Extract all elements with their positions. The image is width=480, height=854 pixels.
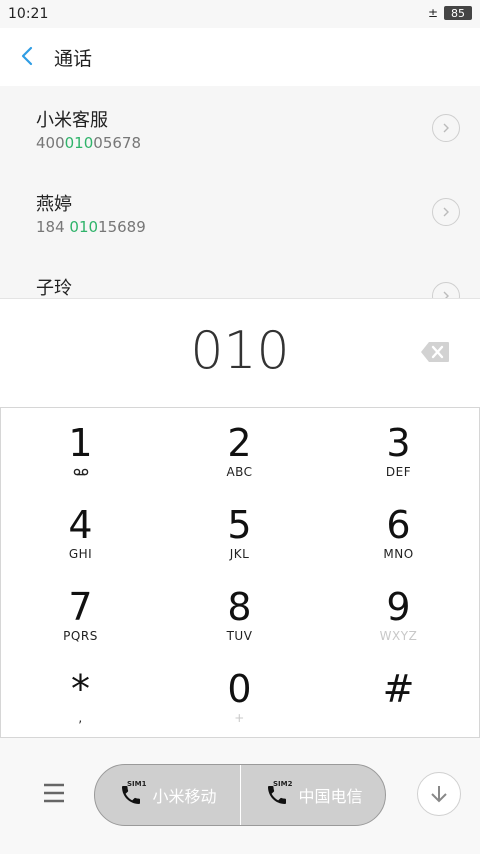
key-digit: 0 [227, 667, 252, 711]
back-icon[interactable] [16, 44, 40, 68]
sim-tag: SIM1 [127, 780, 147, 788]
contact-item[interactable]: 小米客服 40001005678 [0, 86, 480, 170]
contact-item[interactable]: 燕婷 184 01015689 [0, 170, 480, 254]
key-1[interactable]: 1 [1, 408, 160, 490]
contact-detail-button[interactable] [432, 282, 460, 298]
key-8[interactable]: 8 TUV [160, 572, 319, 654]
key-letters: WXYZ [379, 629, 418, 643]
number-part: 400 [36, 134, 65, 152]
chevron-right-icon [443, 123, 449, 133]
contact-item[interactable]: 子玲 [0, 254, 480, 298]
number-match: 010 [69, 218, 99, 236]
dial-input-area: 010 [0, 298, 480, 409]
key-digit: 3 [386, 421, 411, 465]
sim-tag: SIM2 [273, 780, 293, 788]
dial-keypad: 1 2 ABC 3 DEF 4 GHI 5 JKL 6 MNO 7 PQRS 8… [0, 407, 480, 738]
call-sim1-button[interactable]: SIM1 小米移动 [95, 765, 240, 825]
contact-number: 184 01015689 [36, 218, 146, 236]
key-digit: * [71, 667, 90, 711]
status-time: 10:21 [8, 6, 49, 22]
phone-sim2-icon: SIM2 [264, 780, 293, 807]
key-letters: TUV [226, 629, 253, 643]
key-digit: 5 [227, 503, 252, 547]
key-7[interactable]: 7 PQRS [1, 572, 160, 654]
voicemail-icon [73, 468, 88, 476]
status-bar: 10:21 ± 85 [0, 0, 480, 28]
status-indicators: ± 85 [428, 6, 472, 20]
call-sim2-label: 中国电信 [298, 787, 363, 806]
key-hash[interactable]: # [319, 654, 478, 736]
key-letters: GHI [68, 547, 93, 561]
battery-icon: 85 [444, 6, 472, 20]
key-letters: PQRS [63, 629, 98, 643]
number-part: 05678 [93, 134, 141, 152]
network-icon: ± [427, 6, 438, 20]
header: 通话 [0, 28, 480, 86]
key-letters: ABC [226, 465, 253, 479]
contact-number: 40001005678 [36, 134, 141, 152]
key-letters: , [78, 711, 83, 725]
key-3[interactable]: 3 DEF [319, 408, 478, 490]
call-button-group: SIM1 小米移动 SIM2 中国电信 [94, 764, 386, 826]
key-0[interactable]: 0 + [160, 654, 319, 736]
phone-sim1-icon: SIM1 [118, 780, 147, 807]
key-digit: 4 [68, 503, 93, 547]
menu-icon[interactable] [42, 782, 66, 804]
key-letters: DEF [385, 465, 412, 479]
key-letters: JKL [229, 547, 250, 561]
page-title: 通话 [54, 48, 93, 70]
collapse-keypad-button[interactable] [417, 772, 461, 816]
key-letters: MNO [383, 547, 414, 561]
key-6[interactable]: 6 MNO [319, 490, 478, 572]
chevron-right-icon [443, 291, 449, 298]
key-digit: 2 [227, 421, 252, 465]
key-digit: 1 [68, 421, 93, 465]
call-sim2-button[interactable]: SIM2 中国电信 [241, 765, 385, 825]
key-digit: # [382, 667, 415, 711]
call-sim1-label: 小米移动 [152, 787, 217, 806]
number-match: 010 [64, 134, 94, 152]
contact-detail-button[interactable] [432, 114, 460, 142]
contact-name: 燕婷 [36, 194, 72, 215]
key-digit: 8 [227, 585, 252, 629]
key-4[interactable]: 4 GHI [1, 490, 160, 572]
contact-name: 子玲 [36, 278, 72, 298]
contact-name: 小米客服 [36, 110, 108, 131]
key-9[interactable]: 9 WXYZ [319, 572, 478, 654]
key-digit: 9 [386, 585, 411, 629]
number-part: 15689 [98, 218, 146, 236]
key-digit: 7 [68, 585, 93, 629]
backspace-icon[interactable] [420, 341, 450, 363]
contact-detail-button[interactable] [432, 198, 460, 226]
dialed-number: 010 [190, 321, 290, 381]
contact-suggestion-list: 小米客服 40001005678 燕婷 184 01015689 子玲 [0, 86, 480, 298]
call-action-bar: SIM1 小米移动 SIM2 中国电信 [0, 737, 480, 854]
key-star[interactable]: * , [1, 654, 160, 736]
key-5[interactable]: 5 JKL [160, 490, 319, 572]
key-2[interactable]: 2 ABC [160, 408, 319, 490]
chevron-right-icon [443, 207, 449, 217]
key-digit: 6 [386, 503, 411, 547]
key-letters: + [234, 711, 245, 725]
arrow-down-icon [431, 786, 447, 803]
number-part: 184 [36, 218, 70, 236]
